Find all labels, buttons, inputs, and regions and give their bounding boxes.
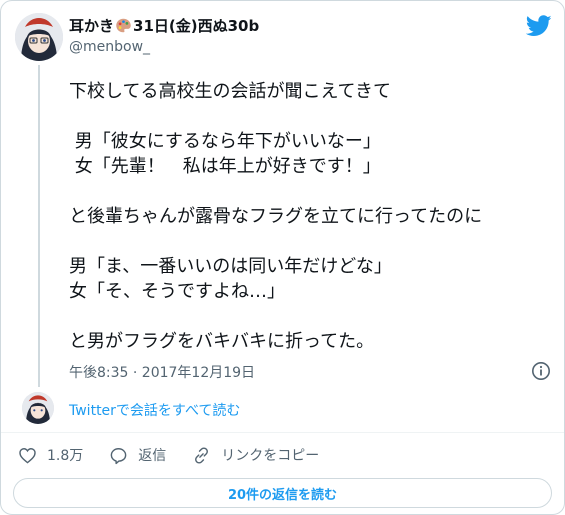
display-name-prefix: 耳かき	[69, 17, 115, 35]
author-avatar[interactable]	[15, 13, 63, 61]
tweet-line	[69, 304, 549, 329]
twitter-bird-icon[interactable]	[526, 15, 552, 37]
tweet-line	[69, 229, 549, 254]
tweet-line: と男がフラグをバキバキに折ってた。	[69, 331, 375, 352]
heart-icon	[19, 447, 36, 464]
copy-link-label: リンクをコピー	[221, 448, 320, 464]
tweet-line: 男「ま、一番いいのは同い年だけどな」	[69, 256, 392, 277]
like-button[interactable]: 1.8万	[18, 445, 83, 465]
tweet-text: 下校してる高校生の会話が聞こえてきて 男「彼女にするなら年下がいいなー」 女「先…	[69, 79, 549, 354]
copy-link-button[interactable]: リンクをコピー	[192, 445, 319, 465]
like-count: 1.8万	[47, 448, 84, 464]
palette-emoji-icon	[116, 18, 131, 33]
tweet-line: 下校してる高校生の会話が聞こえてきて	[69, 81, 392, 102]
tweet-line: 女「そ、そうですよね…」	[69, 281, 285, 302]
thread-line	[38, 65, 40, 387]
tweet-line: と後輩ちゃんが露骨なフラグを立てに行ってたのに	[69, 206, 483, 227]
info-icon[interactable]	[531, 361, 551, 381]
read-replies-button[interactable]: 20件の返信を読む	[13, 478, 552, 508]
link-icon	[195, 446, 209, 464]
display-name[interactable]: 耳かき 31日(金)西ぬ30b	[69, 15, 259, 36]
reply-label: 返信	[138, 448, 167, 464]
reply-icon	[110, 447, 127, 464]
tweet-line	[69, 179, 549, 204]
display-name-suffix: 31日(金)西ぬ30b	[133, 17, 260, 35]
read-conversation-link[interactable]: Twitterで会話をすべて読む	[69, 400, 240, 420]
conversation-avatar	[22, 392, 54, 424]
tweet-line	[69, 104, 549, 129]
tweet-card: 耳かき 31日(金)西ぬ30b @menbow_ 下校してる高校生の会話が聞こえ…	[0, 0, 565, 515]
reply-button[interactable]: 返信	[109, 445, 166, 465]
action-bar: 1.8万 返信 リンクをコピー	[18, 444, 345, 466]
divider	[1, 432, 564, 433]
author-handle[interactable]: @menbow_	[69, 39, 150, 55]
tweet-line: 女「先輩！ 私は年上が好きです！」	[69, 156, 381, 177]
tweet-line: 男「彼女にするなら年下がいいなー」	[69, 131, 381, 152]
tweet-timestamp[interactable]: 午後8:35 · 2017年12月19日	[69, 362, 255, 382]
